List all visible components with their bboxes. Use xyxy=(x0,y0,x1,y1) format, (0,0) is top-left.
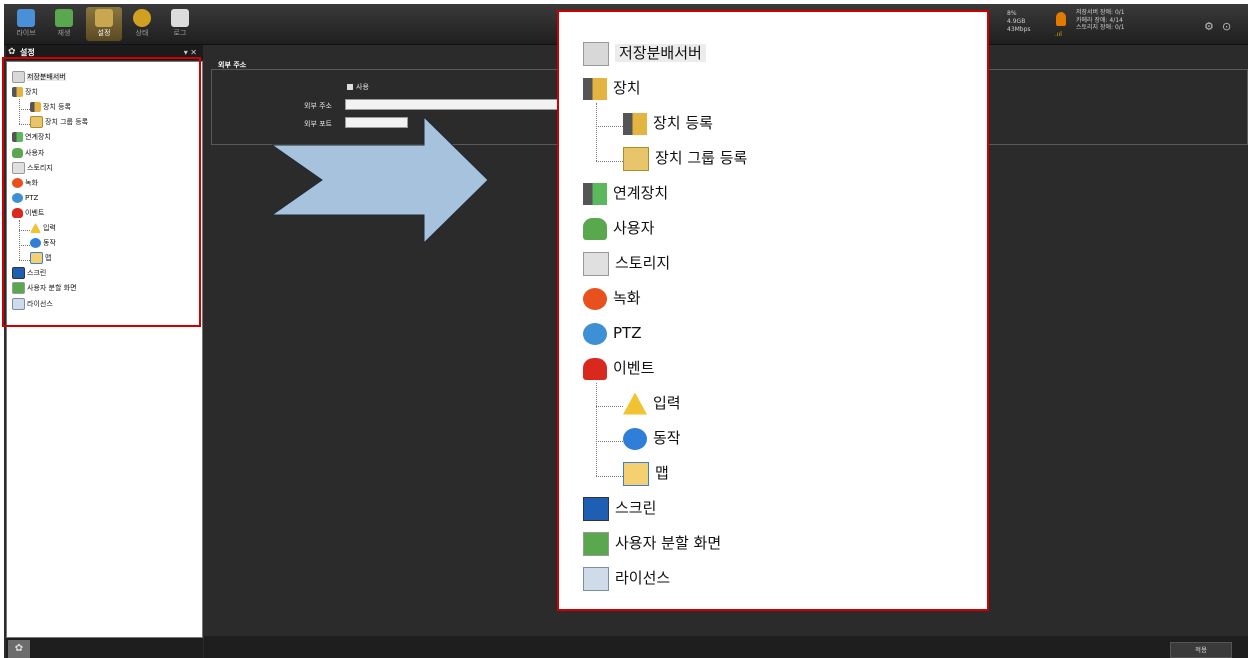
settings-camera-icon xyxy=(95,9,113,27)
linked-device-icon xyxy=(583,182,607,205)
tree-item[interactable]: 사용자 xyxy=(583,213,654,243)
playback-button[interactable]: 재생 xyxy=(46,7,82,41)
tree-item-label: 사용자 xyxy=(613,219,655,237)
help-icon[interactable]: ⊙ xyxy=(1222,20,1231,33)
tree-item[interactable]: 입력 xyxy=(623,388,681,418)
bottom-bar xyxy=(204,636,1248,658)
device-group-icon xyxy=(623,146,649,171)
apply-button[interactable]: 적용 xyxy=(1170,642,1232,658)
action-check-icon xyxy=(623,427,647,450)
tree-connector xyxy=(596,102,597,161)
settings-button[interactable]: 설정 xyxy=(86,7,122,41)
tree-connector xyxy=(596,125,623,127)
tree-item-label: 스토리지 xyxy=(615,254,671,272)
tree-item-label: 장치 그룹 등록 xyxy=(655,149,748,167)
camera-icon xyxy=(583,77,607,100)
tree-item-label: 입력 xyxy=(653,394,681,412)
tree-item[interactable]: 연계장치 xyxy=(583,178,668,208)
tree-item[interactable]: 장치 그룹 등록 xyxy=(623,143,747,173)
warning-icon xyxy=(623,392,647,415)
gear-icon[interactable]: ✿ xyxy=(8,640,30,658)
status-button[interactable]: 상태 xyxy=(124,7,160,41)
external-address-input[interactable] xyxy=(345,99,559,110)
monitor-icon xyxy=(17,9,35,27)
tree-item-label: PTZ xyxy=(613,324,642,342)
tree-item-label: 사용자 분할 화면 xyxy=(615,534,722,552)
tree-connector xyxy=(596,405,623,407)
arrow-right-icon xyxy=(272,117,488,243)
address-label: 외부 주소 xyxy=(304,102,332,110)
tree-item[interactable]: 라이선스 xyxy=(583,563,670,593)
gear-icon[interactable]: ⚙ xyxy=(1204,20,1214,33)
record-icon xyxy=(583,287,607,310)
tree-item[interactable]: 사용자 분할 화면 xyxy=(583,528,721,558)
tree-item[interactable]: 저장분배서버 xyxy=(583,38,706,68)
siren-icon xyxy=(583,357,607,380)
highlight-box xyxy=(2,57,201,327)
tree-item[interactable]: 장치 등록 xyxy=(623,108,713,138)
section-title: 외부 주소 xyxy=(218,61,247,69)
map-icon xyxy=(623,461,649,486)
use-label: 사용 xyxy=(356,83,369,91)
tree-item[interactable]: 맵 xyxy=(623,458,669,488)
alarm-icon xyxy=(1056,12,1066,26)
tree-connector xyxy=(596,382,597,476)
server-icon xyxy=(583,41,609,66)
zoomed-settings-tree: 저장분배서버장치장치 등록장치 그룹 등록연계장치사용자스토리지녹화 PTZ 이벤트… xyxy=(559,12,987,609)
tree-item-label: 라이선스 xyxy=(615,569,671,587)
failure-status: 저장서버 장애: 0/1 카메라 장애: 4/14 스토리지 장애: 0/1 xyxy=(1076,9,1125,31)
monitor-icon xyxy=(583,496,609,521)
log-search-icon xyxy=(171,9,189,27)
tree-item-label: 저장분배서버 xyxy=(615,44,706,62)
play-icon xyxy=(55,9,73,27)
user-split-icon xyxy=(583,531,609,556)
license-icon xyxy=(583,566,609,591)
tree-item[interactable]: PTZ xyxy=(583,318,641,348)
zoomed-tree-callout: 저장분배서버장치장치 등록장치 그룹 등록연계장치사용자스토리지녹화 PTZ 이벤트… xyxy=(557,10,989,611)
tree-item-label: 장치 xyxy=(613,79,641,97)
signal-icon: .ııl xyxy=(1055,31,1062,38)
tree-item-label: 녹화 xyxy=(613,289,641,307)
tree-item-label: 맵 xyxy=(655,464,669,482)
ptz-icon xyxy=(583,322,607,345)
storage-icon xyxy=(583,251,609,276)
tree-item-label: 동작 xyxy=(653,429,681,447)
tree-item[interactable]: 이벤트 xyxy=(583,353,654,383)
user-icon xyxy=(583,217,607,240)
use-checkbox[interactable] xyxy=(347,84,353,90)
tree-connector xyxy=(596,160,623,162)
tree-item[interactable]: 녹화 xyxy=(583,283,641,313)
tree-item-label: 장치 등록 xyxy=(653,114,713,132)
clock-icon xyxy=(133,9,151,27)
tree-item[interactable]: 동작 xyxy=(623,423,681,453)
camera-add-icon xyxy=(623,112,647,135)
tree-item[interactable]: 스크린 xyxy=(583,493,656,523)
tree-connector xyxy=(596,475,623,477)
tree-connector xyxy=(596,440,623,442)
tree-item-label: 이벤트 xyxy=(613,359,655,377)
tree-item-label: 스크린 xyxy=(615,499,657,517)
tree-item[interactable]: 장치 xyxy=(583,73,641,103)
tree-item[interactable]: 스토리지 xyxy=(583,248,670,278)
tree-item-label: 연계장치 xyxy=(613,184,669,202)
system-stats: 8% 4.9GB 43Mbps xyxy=(1007,10,1031,33)
live-button[interactable]: 라이브 xyxy=(8,7,44,41)
panel-footer: ✿ xyxy=(6,638,203,658)
log-button[interactable]: 로그 xyxy=(162,7,198,41)
